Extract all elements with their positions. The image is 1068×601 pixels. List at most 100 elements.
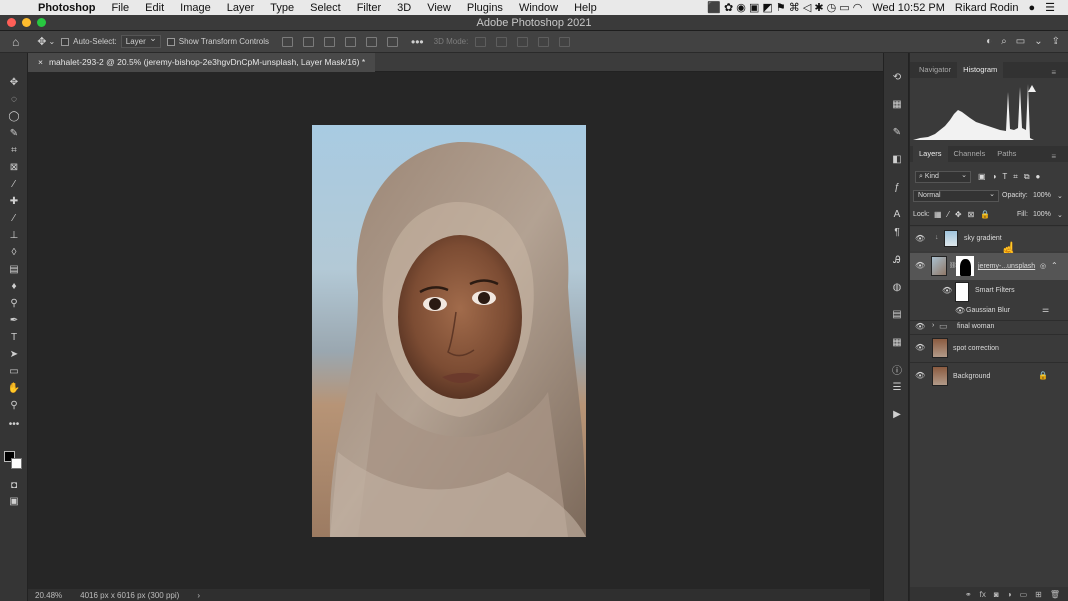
lock-artboard-icon[interactable]: ⊠ <box>968 210 975 219</box>
status-menu-arrow[interactable]: › <box>197 591 200 600</box>
new-adjustment-icon[interactable]: ◑ <box>1007 590 1012 599</box>
lock-transparency-icon[interactable]: ▦ <box>934 210 942 219</box>
table-panel-icon[interactable]: ▦ <box>890 336 904 348</box>
more-options-icon[interactable]: ••• <box>411 35 424 49</box>
history-panel-icon[interactable]: ⟲ <box>890 71 904 83</box>
visibility-eye-icon[interactable]: 👁 <box>915 261 925 270</box>
filter-adjustment-icon[interactable]: ◑ <box>992 172 997 182</box>
eraser-tool-icon[interactable]: ◊ <box>6 245 22 259</box>
quick-mask-icon[interactable]: ◘ <box>6 478 22 492</box>
filter-shape-icon[interactable]: ⌗ <box>1013 172 1018 182</box>
filter-type-icon[interactable]: T <box>1002 172 1007 182</box>
properties-panel-icon[interactable]: ☰ <box>890 381 904 393</box>
edit-toolbar-icon[interactable]: ••• <box>6 417 22 431</box>
visibility-eye-icon[interactable]: 👁 <box>915 371 925 380</box>
document-canvas[interactable] <box>28 72 870 589</box>
type-tool-icon[interactable]: T <box>6 330 22 344</box>
menu-file[interactable]: File <box>103 2 137 14</box>
clone-stamp-icon[interactable]: ⊥ <box>6 228 22 242</box>
blending-options-icon[interactable]: ⚌ <box>1042 305 1049 314</box>
brush-tool-icon[interactable]: ⁄ <box>6 211 22 225</box>
collapse-filters-icon[interactable]: ⌃ <box>1051 261 1058 270</box>
healing-brush-icon[interactable]: ✚ <box>6 194 22 208</box>
background-color-swatch[interactable] <box>11 458 22 469</box>
siri-icon[interactable]: ● <box>1023 2 1040 14</box>
layers-panel-menu-icon[interactable]: ≡ <box>1045 149 1062 165</box>
link-layers-icon[interactable]: ⚭ <box>965 590 972 599</box>
dodge-tool-icon[interactable]: ⚲ <box>6 296 22 310</box>
lock-all-icon[interactable]: 🔒 <box>980 210 990 219</box>
share-icon[interactable]: ⇪ <box>1052 36 1060 47</box>
paragraph-panel-icon[interactable]: ¶ <box>890 226 904 238</box>
document-tab[interactable]: × mahalet-293-2 @ 20.5% (jeremy-bishop-2e… <box>28 53 376 72</box>
3d-panel-icon[interactable]: ◍ <box>890 281 904 293</box>
blur-tool-icon[interactable]: ♦ <box>6 279 22 293</box>
lock-pixels-icon[interactable]: ⁄ <box>948 210 949 219</box>
menu-help[interactable]: Help <box>566 2 605 14</box>
menu-edit[interactable]: Edit <box>137 2 172 14</box>
zoom-level[interactable]: 20.48% <box>35 591 62 600</box>
filter-pixel-icon[interactable]: ▣ <box>978 172 986 182</box>
lock-position-icon[interactable]: ✥ <box>955 210 962 219</box>
visibility-eye-icon[interactable]: 👁 <box>955 306 965 315</box>
swatches-panel-icon[interactable]: ▤ <box>890 308 904 320</box>
filter-kind-dropdown[interactable]: ⌕ Kind ⌄ <box>915 171 971 183</box>
gradient-tool-icon[interactable]: ▤ <box>6 262 22 276</box>
menu-app-photoshop[interactable]: Photoshop <box>30 2 103 14</box>
zoom-tool-icon[interactable]: ⚲ <box>6 398 22 412</box>
align-top-icon[interactable] <box>345 36 357 47</box>
visibility-eye-icon[interactable]: 👁 <box>915 322 925 331</box>
layer-style-icon[interactable]: fx <box>980 590 986 599</box>
auto-select-checkbox[interactable] <box>61 37 70 46</box>
crop-tool-icon[interactable]: ⌗ <box>6 143 22 157</box>
menubar-user[interactable]: Rikard Rodin <box>950 2 1024 14</box>
move-tool-icon[interactable]: ✥ <box>37 35 46 48</box>
actions-panel-icon[interactable]: ▶ <box>890 408 904 420</box>
visibility-eye-icon[interactable]: 👁 <box>942 286 952 295</box>
home-icon[interactable]: ⌂ <box>12 35 19 49</box>
blend-mode-dropdown[interactable]: Normal ⌄ <box>913 189 999 202</box>
align-right-icon[interactable] <box>324 36 336 47</box>
new-layer-icon[interactable]: ⊞ <box>1035 590 1042 599</box>
menu-plugins[interactable]: Plugins <box>459 2 511 14</box>
workspace-icon[interactable]: ▭ <box>1016 36 1025 47</box>
path-select-tool-icon[interactable]: ➤ <box>6 347 22 361</box>
tab-paths[interactable]: Paths <box>991 146 1022 162</box>
tab-layers[interactable]: Layers <box>913 146 948 162</box>
menu-3d[interactable]: 3D <box>389 2 419 14</box>
filter-mask-thumbnail[interactable] <box>955 282 969 302</box>
menu-select[interactable]: Select <box>302 2 349 14</box>
lasso-tool-icon[interactable]: ◯ <box>6 109 22 123</box>
menu-window[interactable]: Window <box>511 2 566 14</box>
align-bottom-icon[interactable] <box>387 36 399 47</box>
menubar-clock[interactable]: Wed 10:52 PM <box>867 2 950 14</box>
layer-row-final-woman[interactable]: 👁 › ▭ final woman <box>910 320 1068 333</box>
control-center-icon[interactable]: ☰ <box>1040 1 1060 14</box>
rectangle-tool-icon[interactable]: ▭ <box>6 364 22 378</box>
group-expand-icon[interactable]: › <box>932 322 934 329</box>
add-mask-icon[interactable]: ◙ <box>994 590 999 599</box>
move-tool-icon[interactable]: ✥ <box>6 75 22 89</box>
tab-channels[interactable]: Channels <box>948 146 992 162</box>
close-tab-icon[interactable]: × <box>38 57 43 67</box>
menu-image[interactable]: Image <box>172 2 219 14</box>
layer-row-jeremy-unsplash[interactable]: 👁 ⛓ jeremy-...unsplash ◎ ⌃ <box>910 253 1068 280</box>
new-group-icon[interactable]: ▭ <box>1020 590 1028 599</box>
close-window-button[interactable] <box>7 18 16 27</box>
frame-tool-icon[interactable]: ⊠ <box>6 160 22 174</box>
tool-preset-chevron-icon[interactable]: ⌄ <box>48 37 55 46</box>
smart-filters-row[interactable]: 👁 Smart Filters <box>910 281 1068 303</box>
align-left-icon[interactable] <box>282 36 294 47</box>
minimize-window-button[interactable] <box>22 18 31 27</box>
layer-mask-thumbnail[interactable] <box>956 256 974 276</box>
layer-row-spot-correction[interactable]: 👁 spot correction <box>910 334 1068 361</box>
fill-chevron-icon[interactable]: ⌄ <box>1057 211 1063 219</box>
menu-type[interactable]: Type <box>262 2 302 14</box>
menu-layer[interactable]: Layer <box>219 2 263 14</box>
brushes-panel-icon[interactable]: ✎ <box>890 126 904 138</box>
layer-row-sky-gradient[interactable]: 👁 ↓ sky gradient ☝ <box>910 227 1068 257</box>
adjustments-panel-icon[interactable]: ◧ <box>890 153 904 165</box>
filter-toggle-icon[interactable]: ● <box>1036 172 1041 182</box>
layer-row-background[interactable]: 👁 Background 🔒 <box>910 362 1068 389</box>
filter-smartobject-icon[interactable]: ⧉ <box>1024 172 1030 182</box>
